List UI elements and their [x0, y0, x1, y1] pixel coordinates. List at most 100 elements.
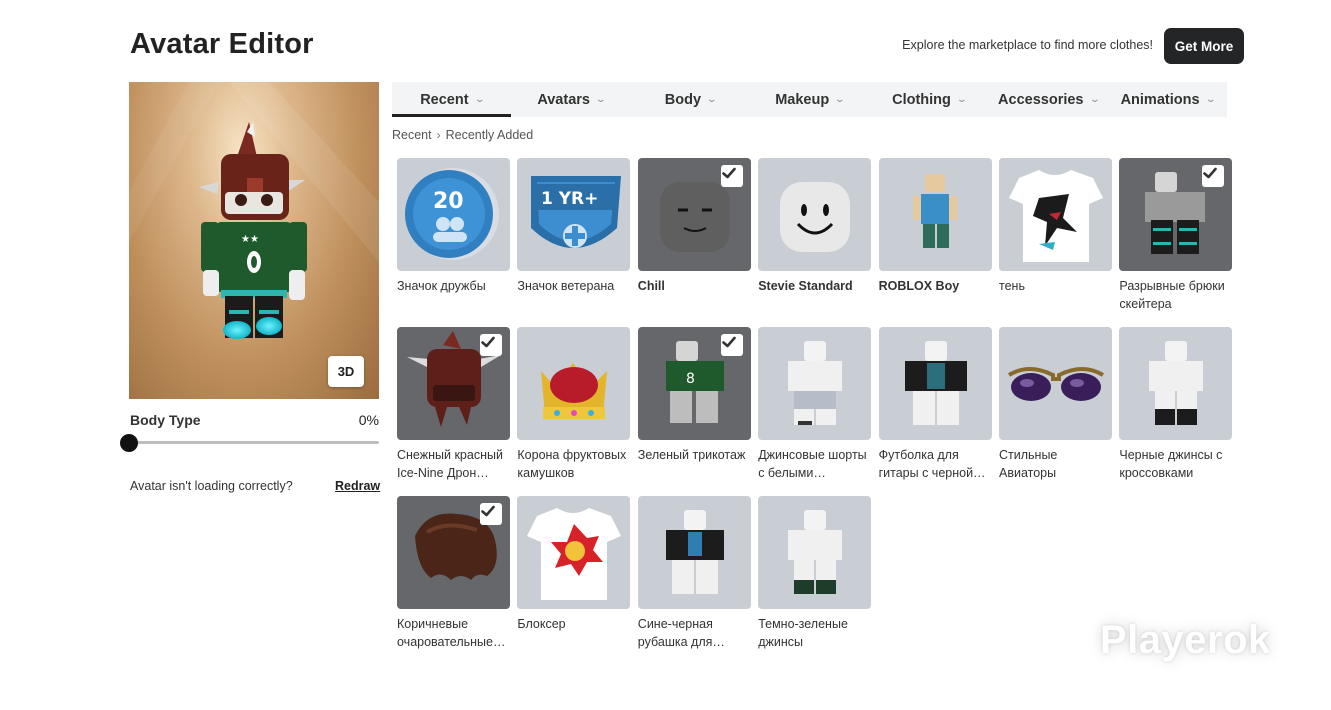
catalog-item[interactable]: Стильные Авиаторы: [999, 327, 1112, 482]
tab-label: Recent: [420, 91, 469, 108]
item-name: Зеленый трикотаж: [637, 448, 746, 462]
item-name: Снежный красный Ice-Nine Дрон…: [397, 448, 503, 480]
standard-face-icon: [780, 182, 851, 252]
body-type-slider-handle[interactable]: [120, 434, 138, 452]
checkmark-icon[interactable]: [480, 334, 502, 356]
item-thumbnail[interactable]: [1119, 158, 1233, 271]
tab-body[interactable]: Body ⌄: [631, 82, 750, 117]
tab-makeup[interactable]: Makeup ⌄: [750, 82, 869, 117]
item-thumbnail[interactable]: [878, 327, 992, 440]
item-thumbnail[interactable]: [637, 496, 751, 609]
catalog-item[interactable]: Stevie Standard: [758, 158, 872, 296]
item-thumbnail[interactable]: [517, 496, 631, 609]
item-thumbnail[interactable]: [637, 158, 751, 271]
item-name: Stevie Standard: [758, 279, 853, 293]
loading-help-text: Avatar isn't loading correctly?: [130, 479, 293, 493]
watermark-logo: Playerok: [1100, 618, 1271, 662]
redraw-link[interactable]: Redraw: [335, 479, 380, 493]
tab-recent[interactable]: Recent ⌄: [392, 82, 512, 117]
catalog-item[interactable]: Темно-зеленые джинсы: [758, 496, 872, 651]
tab-clothing[interactable]: Clothing ⌄: [869, 82, 988, 117]
svg-text:8: 8: [686, 371, 695, 387]
roblox-boy-icon: [912, 174, 957, 248]
svg-text:★★: ★★: [241, 234, 259, 245]
item-name: ROBLOX Boy: [878, 279, 960, 293]
item-name: Черные джинсы с кроссовками: [1119, 448, 1223, 480]
page-title: Avatar Editor: [130, 28, 314, 60]
catalog-item[interactable]: 20 Значок дружбы: [397, 158, 510, 296]
chevron-down-icon: ⌄: [834, 94, 846, 104]
view-3d-toggle-button[interactable]: 3D: [328, 356, 364, 387]
guitar-shirt-icon: [904, 341, 967, 425]
tab-label: Animations: [1120, 91, 1200, 108]
chevron-down-icon: ⌄: [1088, 94, 1100, 104]
item-thumbnail[interactable]: [999, 327, 1112, 440]
chevron-down-icon: ⌄: [1204, 94, 1216, 104]
catalog-item[interactable]: Chill: [637, 158, 751, 296]
crown-icon: [541, 363, 608, 419]
catalog-item[interactable]: Футболка для гитары с черной…: [878, 327, 992, 482]
tab-accessories[interactable]: Accessories ⌄: [988, 82, 1107, 117]
catalog-item[interactable]: Корона фруктовых камушков: [517, 327, 631, 482]
chevron-down-icon: ⌄: [956, 94, 968, 104]
chevron-down-icon: ⌄: [595, 94, 607, 104]
blokser-tshirt-icon: [517, 496, 631, 609]
tab-label: Makeup: [775, 91, 830, 108]
chevron-down-icon: ⌄: [706, 94, 718, 104]
item-name: Джинсовые шорты с белыми…: [758, 448, 867, 480]
item-name: Корона фруктовых камушков: [517, 448, 627, 480]
category-tabs: Recent ⌄ Avatars ⌄ Body ⌄ Makeup ⌄ Clothing ⌄…: [392, 82, 1227, 117]
item-thumbnail[interactable]: 8: [637, 327, 751, 440]
item-thumbnail[interactable]: [999, 158, 1112, 271]
tab-avatars[interactable]: Avatars ⌄: [511, 82, 630, 117]
blue-black-shirt-icon: [665, 510, 724, 594]
catalog-item[interactable]: тень: [999, 158, 1112, 296]
checkmark-icon[interactable]: [720, 165, 743, 187]
item-thumbnail[interactable]: [517, 327, 631, 440]
catalog-item[interactable]: 1 YR+ Значок ветерана: [517, 158, 631, 296]
item-thumbnail[interactable]: [758, 327, 872, 440]
get-more-button[interactable]: Get More: [1164, 28, 1244, 64]
item-thumbnail[interactable]: [397, 327, 510, 440]
item-thumbnail[interactable]: 1 YR+: [517, 158, 631, 271]
checkmark-icon[interactable]: [480, 503, 502, 525]
catalog-item[interactable]: ROBLOX Boy: [878, 158, 992, 296]
breadcrumb-recent[interactable]: Recent: [392, 128, 432, 142]
breadcrumb: Recent › Recently Added: [392, 128, 533, 142]
avatar-figure-icon: ★★: [129, 82, 379, 339]
catalog-item[interactable]: Сине-черная рубашка для…: [637, 496, 751, 651]
catalog-item[interactable]: Черные джинсы с кроссовками: [1119, 327, 1233, 482]
aviator-sunglasses-icon: [1007, 367, 1105, 401]
item-name: Стильные Авиаторы: [999, 448, 1058, 480]
tab-animations[interactable]: Animations ⌄: [1108, 82, 1227, 117]
body-type-slider-track[interactable]: [129, 441, 379, 444]
tab-label: Body: [664, 91, 702, 108]
item-thumbnail[interactable]: [758, 158, 872, 271]
breadcrumb-recently-added: Recently Added: [445, 128, 534, 142]
item-name: Chill: [637, 279, 665, 293]
marketplace-promo-text: Explore the marketplace to find more clo…: [902, 38, 1153, 52]
catalog-item[interactable]: Разрывные брюки скейтера: [1119, 158, 1233, 313]
catalog-item[interactable]: 8 Зеленый трикотаж: [637, 327, 751, 465]
checkmark-icon[interactable]: [1202, 165, 1225, 187]
catalog-item[interactable]: Снежный красный Ice-Nine Дрон…: [397, 327, 510, 482]
friendship-badge-icon: 20: [405, 168, 499, 260]
item-name: Блоксер: [517, 617, 566, 631]
catalog-item[interactable]: Блоксер: [517, 496, 631, 634]
checkmark-icon[interactable]: [720, 334, 743, 356]
item-name: Футболка для гитары с черной…: [878, 448, 986, 480]
body-type-label: Body Type: [130, 412, 201, 428]
item-thumbnail[interactable]: [878, 158, 992, 271]
chevron-down-icon: ⌄: [473, 94, 485, 104]
item-thumbnail[interactable]: [1119, 327, 1233, 440]
chevron-right-icon: ›: [436, 128, 441, 142]
item-thumbnail[interactable]: [397, 496, 510, 609]
catalog-item[interactable]: Коричневые очаровательные…: [397, 496, 510, 651]
avatar-preview[interactable]: ★★ 3D: [129, 82, 379, 399]
catalog-item[interactable]: Джинсовые шорты с белыми…: [758, 327, 872, 482]
item-name: Значок дружбы: [397, 279, 486, 293]
svg-text:20: 20: [433, 189, 464, 214]
item-thumbnail[interactable]: 20: [397, 158, 510, 271]
tab-label: Avatars: [537, 91, 590, 108]
item-thumbnail[interactable]: [758, 496, 872, 609]
